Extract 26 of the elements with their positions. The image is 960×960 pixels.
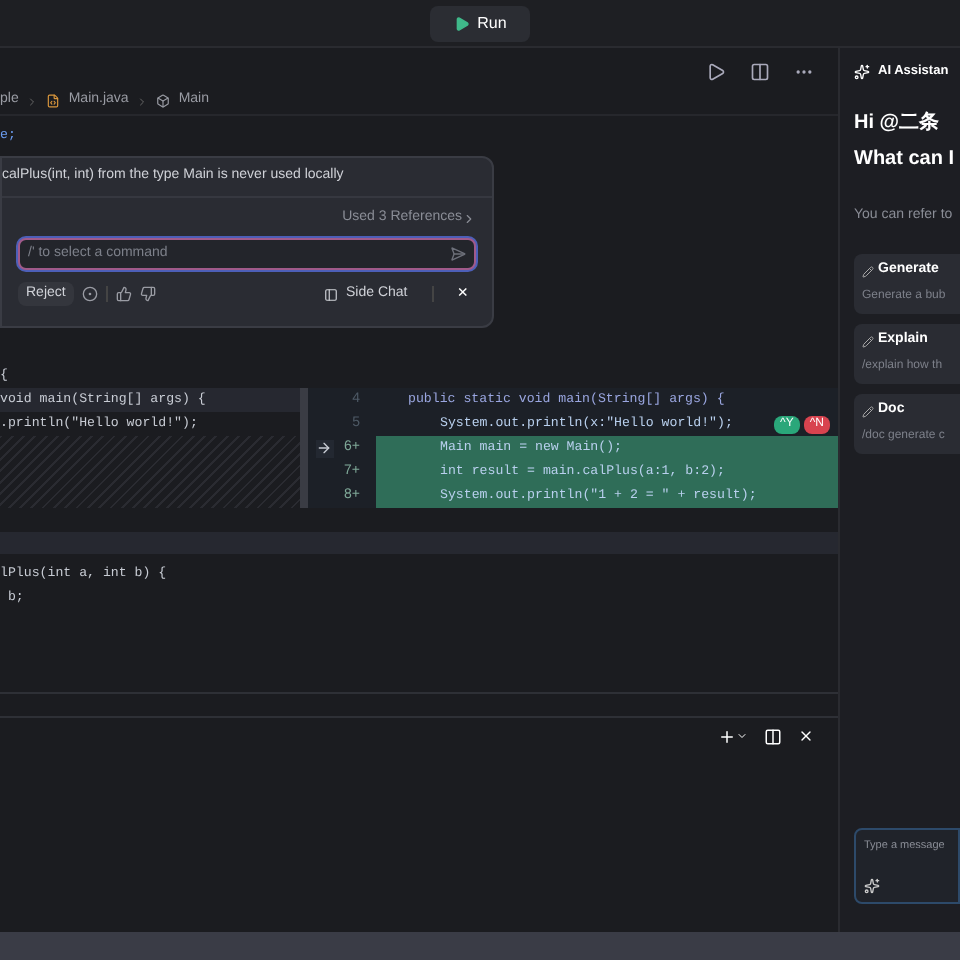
pencil-icon xyxy=(862,335,874,347)
run-button[interactable]: Run xyxy=(429,5,531,41)
greeting: Hi @二条 xyxy=(854,109,942,138)
split-icon[interactable] xyxy=(750,62,770,82)
sparkle-icon[interactable] xyxy=(864,878,880,894)
java-file-icon xyxy=(46,94,61,108)
run-icon[interactable] xyxy=(706,62,726,82)
class-icon xyxy=(156,94,171,108)
arrow-icon xyxy=(316,440,332,456)
close-button[interactable]: × xyxy=(457,280,468,308)
play-icon xyxy=(453,15,470,31)
separator-icon xyxy=(26,95,39,107)
new-terminal-icon[interactable] xyxy=(718,727,736,745)
stop-icon[interactable] xyxy=(81,286,98,302)
separator-icon xyxy=(136,95,149,107)
sparkle-icon xyxy=(854,64,870,80)
panel-icon xyxy=(323,287,338,301)
thumbs-up-icon[interactable] xyxy=(115,286,132,302)
send-icon[interactable] xyxy=(450,246,466,262)
thumbs-down-icon[interactable] xyxy=(139,286,156,302)
chevron-icon xyxy=(462,211,476,225)
dropdown-icon[interactable] xyxy=(736,730,748,742)
pencil-icon xyxy=(862,405,874,417)
question: What can I xyxy=(854,146,957,174)
pencil-icon xyxy=(862,265,874,277)
close-icon[interactable] xyxy=(798,728,814,744)
